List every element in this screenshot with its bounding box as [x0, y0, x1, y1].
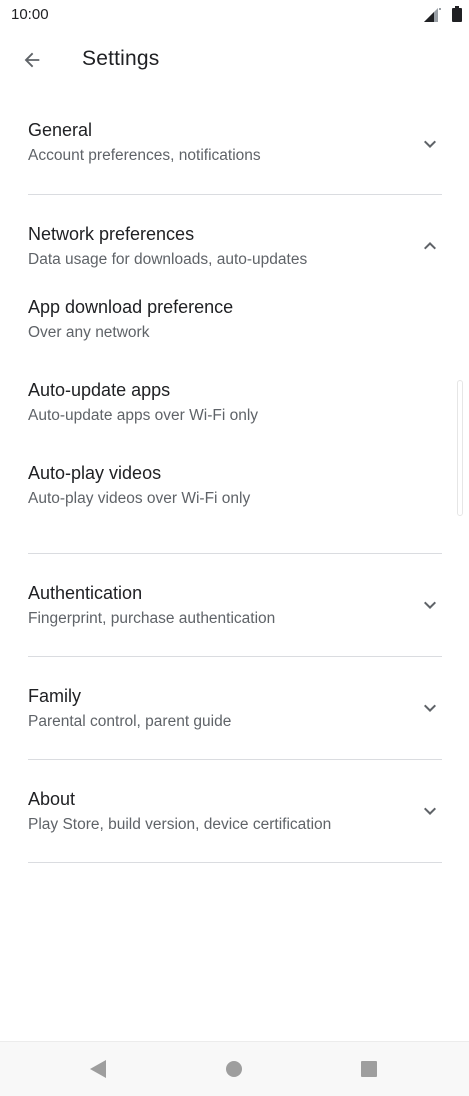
setting-subtitle: Auto-play videos over Wi-Fi only: [28, 490, 251, 507]
nav-home-icon[interactable]: [225, 1060, 243, 1078]
battery-icon: [452, 6, 462, 22]
setting-app-download-preference[interactable]: App download preference Over any network: [0, 289, 469, 372]
section-subtitle: Fingerprint, purchase authentication: [28, 610, 276, 627]
status-bar: 10:00: [0, 0, 469, 30]
section-family: Family Parental control, parent guide: [0, 657, 469, 760]
setting-auto-play-videos[interactable]: Auto-play videos Auto-play videos over W…: [0, 455, 469, 553]
settings-list: General Account preferences, notificatio…: [0, 90, 469, 863]
section-header-general[interactable]: General Account preferences, notificatio…: [0, 90, 469, 194]
setting-subtitle: Over any network: [28, 324, 150, 341]
page-title: Settings: [82, 47, 160, 70]
section-subtitle: Data usage for downloads, auto-updates: [28, 251, 308, 268]
section-title: About: [28, 789, 76, 809]
status-time: 10:00: [11, 6, 49, 23]
section-header-about[interactable]: About Play Store, build version, device …: [0, 760, 469, 862]
back-button[interactable]: [12, 40, 52, 80]
section-authentication: Authentication Fingerprint, purchase aut…: [0, 554, 469, 657]
chevron-down-icon: [416, 130, 444, 158]
setting-title: App download preference: [28, 297, 234, 317]
section-subtitle: Parental control, parent guide: [28, 713, 232, 730]
section-header-network-preferences[interactable]: Network preferences Data usage for downl…: [0, 195, 469, 289]
section-title: Authentication: [28, 583, 143, 603]
arrow-back-icon: [24, 52, 40, 68]
chevron-down-icon: [416, 694, 444, 722]
section-network-preferences: Network preferences Data usage for downl…: [0, 195, 469, 554]
section-title: Family: [28, 686, 81, 706]
scrollbar[interactable]: [457, 380, 463, 516]
section-title: General: [28, 120, 93, 140]
signal-icon: [424, 8, 441, 22]
setting-title: Auto-update apps: [28, 380, 171, 400]
chevron-up-icon: [416, 232, 444, 260]
chevron-down-icon: [416, 591, 444, 619]
nav-back-icon[interactable]: [88, 1059, 108, 1079]
section-general: General Account preferences, notificatio…: [0, 90, 469, 195]
section-about: About Play Store, build version, device …: [0, 760, 469, 863]
section-subtitle: Play Store, build version, device certif…: [28, 816, 332, 833]
settings-screen: 10:00 Settings General Account preferenc…: [0, 0, 469, 1096]
section-subtitle: Account preferences, notifications: [28, 147, 261, 164]
section-header-authentication[interactable]: Authentication Fingerprint, purchase aut…: [0, 554, 469, 656]
setting-auto-update-apps[interactable]: Auto-update apps Auto-update apps over W…: [0, 372, 469, 455]
section-title: Network preferences: [28, 224, 195, 244]
section-header-family[interactable]: Family Parental control, parent guide: [0, 657, 469, 759]
system-nav-bar: [0, 1041, 469, 1096]
chevron-down-icon: [416, 797, 444, 825]
divider: [28, 862, 442, 863]
setting-title: Auto-play videos: [28, 463, 162, 483]
nav-recents-icon[interactable]: [360, 1060, 378, 1078]
setting-subtitle: Auto-update apps over Wi-Fi only: [28, 407, 259, 424]
app-bar: Settings: [0, 30, 469, 90]
